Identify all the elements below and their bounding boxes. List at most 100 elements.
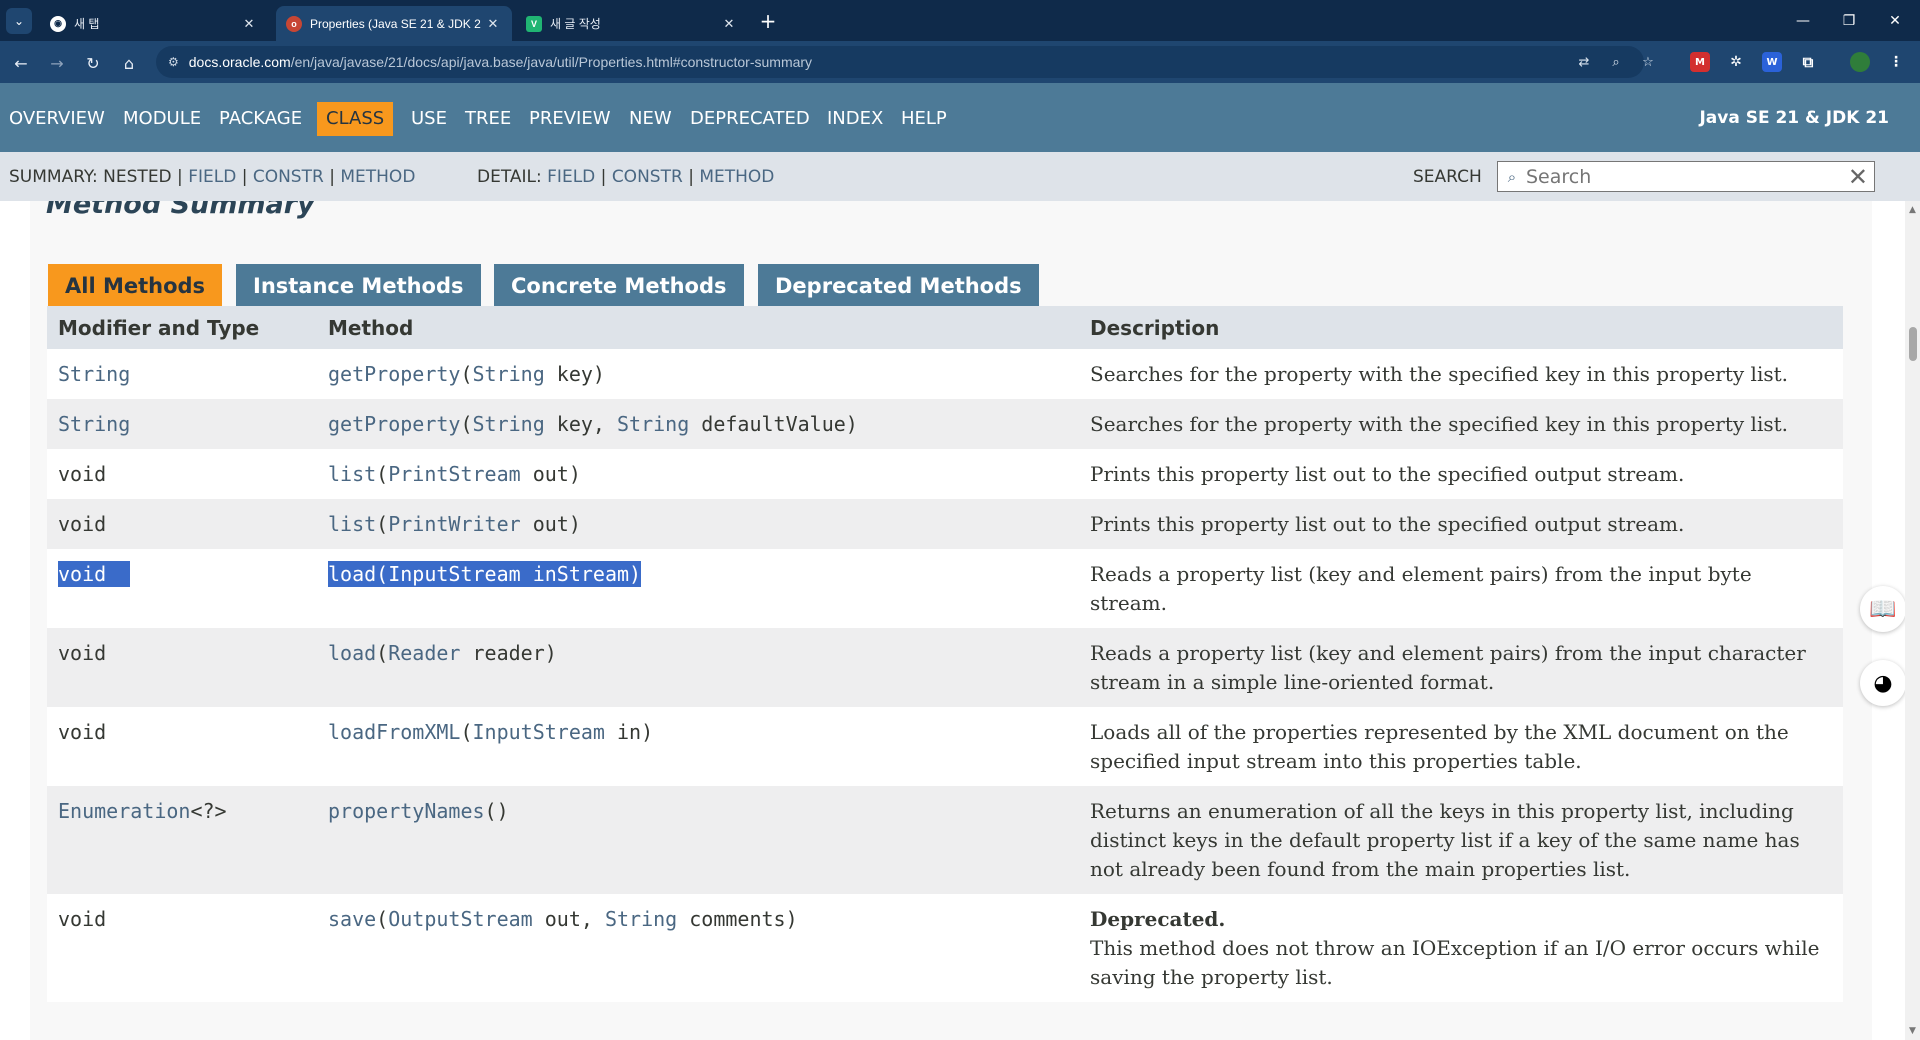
- scroll-down-icon[interactable]: ▼: [1907, 1025, 1918, 1036]
- type-link[interactable]: Enumeration: [58, 799, 190, 823]
- table-row: Enumeration<?> propertyNames() Returns an …: [47, 786, 1843, 894]
- description-cell: Loads all of the properties represented …: [1079, 707, 1843, 786]
- nav-overview[interactable]: OVERVIEW: [9, 106, 105, 132]
- tab-concrete-methods[interactable]: Concrete Methods: [494, 264, 744, 307]
- tab-instance-methods[interactable]: Instance Methods: [236, 264, 481, 307]
- page-scrollbar[interactable]: ▲ ▼: [1905, 201, 1920, 1040]
- param-type-link[interactable]: String: [473, 412, 545, 436]
- search-input[interactable]: [1526, 165, 1846, 188]
- description-cell: Prints this property list out to the spe…: [1079, 449, 1843, 499]
- nav-package[interactable]: PACKAGE: [219, 106, 302, 132]
- tab-all-methods[interactable]: All Methods: [48, 264, 223, 307]
- separator: |: [688, 167, 694, 187]
- close-icon[interactable]: ✕: [720, 15, 738, 33]
- nav-class[interactable]: CLASS: [317, 102, 394, 136]
- type-link[interactable]: String: [58, 362, 130, 386]
- tab-new-post[interactable]: V 새 글 작성 ✕: [516, 6, 748, 41]
- tab-deprecated-methods[interactable]: Deprecated Methods: [758, 264, 1039, 307]
- param-type-link[interactable]: InputStream: [473, 720, 605, 744]
- param-type-link[interactable]: PrintStream: [388, 462, 520, 486]
- method-description: Prints this property list out to the spe…: [1090, 462, 1685, 486]
- minimize-icon[interactable]: —: [1780, 0, 1826, 41]
- method-link[interactable]: propertyNames: [328, 799, 485, 823]
- detail-constr-link[interactable]: CONSTR: [612, 167, 683, 187]
- back-icon[interactable]: ←: [8, 50, 34, 76]
- param-name: key,: [544, 412, 617, 436]
- restore-icon[interactable]: ❐: [1826, 0, 1872, 41]
- paren: (: [376, 462, 389, 486]
- extension-icon[interactable]: ✲: [1726, 52, 1746, 72]
- url-bar[interactable]: ⚙ docs.oracle.com/en/java/javase/21/docs…: [156, 46, 1654, 78]
- summary-method-link[interactable]: METHOD: [340, 167, 415, 187]
- url-text[interactable]: docs.oracle.com/en/java/javase/21/docs/a…: [189, 54, 812, 70]
- method-link[interactable]: loadFromXML: [328, 720, 460, 744]
- forward-icon[interactable]: →: [44, 50, 70, 76]
- paren: (: [460, 362, 473, 386]
- bookmark-star-icon[interactable]: ☆: [1638, 52, 1658, 72]
- close-icon[interactable]: ✕: [484, 15, 502, 33]
- profile-avatar[interactable]: [1850, 52, 1870, 72]
- home-icon[interactable]: ⌂: [116, 50, 142, 76]
- summary-field-link[interactable]: FIELD: [188, 167, 236, 187]
- site-info-icon[interactable]: ⚙: [168, 55, 179, 69]
- tab-search-button[interactable]: ⌄: [6, 8, 32, 34]
- method-link[interactable]: load: [328, 641, 376, 665]
- type-name: void: [58, 641, 107, 665]
- param-type-link[interactable]: Reader: [388, 641, 460, 665]
- scroll-up-icon[interactable]: ▲: [1907, 204, 1918, 215]
- nav-new[interactable]: NEW: [629, 106, 672, 132]
- extension-icon[interactable]: W: [1762, 52, 1782, 72]
- method-description: This method does not throw an IOExceptio…: [1090, 936, 1820, 989]
- method-link[interactable]: save: [328, 907, 376, 931]
- return-type: void: [58, 907, 106, 931]
- nav-module[interactable]: MODULE: [123, 106, 201, 132]
- new-tab-button[interactable]: +: [756, 9, 780, 33]
- paren: ): [629, 562, 642, 586]
- close-icon[interactable]: ✕: [240, 15, 258, 33]
- tab-new-tab[interactable]: ◉ 새 탭 ✕: [40, 6, 268, 41]
- nav-index[interactable]: INDEX: [827, 106, 883, 132]
- return-type: void: [58, 512, 106, 536]
- detail-field-link[interactable]: FIELD: [547, 167, 595, 187]
- paren: ): [496, 799, 509, 823]
- translate-icon[interactable]: ⇄: [1574, 52, 1594, 72]
- nav-help[interactable]: HELP: [901, 106, 947, 132]
- param-type-link[interactable]: PrintWriter: [388, 512, 520, 536]
- nav-deprecated[interactable]: DEPRECATED: [690, 106, 810, 132]
- modifier-type-cell: String: [47, 399, 317, 449]
- nav-tree[interactable]: TREE: [465, 106, 511, 132]
- param-name: in: [604, 720, 642, 744]
- assistant-icon[interactable]: ◕: [1860, 660, 1906, 706]
- method-link[interactable]: getProperty: [328, 412, 460, 436]
- method-link[interactable]: load: [328, 562, 376, 586]
- extension-icon[interactable]: M: [1690, 52, 1710, 72]
- clear-search-icon[interactable]: ✕: [1848, 163, 1868, 191]
- reader-mode-icon[interactable]: 📖: [1860, 586, 1906, 632]
- tab-properties[interactable]: o Properties (Java SE 21 & JDK 2 ✕: [276, 6, 512, 41]
- type-name: void: [58, 720, 107, 744]
- tab-title: Properties (Java SE 21 & JDK 2: [310, 16, 481, 31]
- reload-icon[interactable]: ↻: [80, 50, 106, 76]
- summary-constr-link[interactable]: CONSTR: [253, 167, 324, 187]
- type-link[interactable]: String: [58, 412, 130, 436]
- nav-preview[interactable]: PREVIEW: [529, 106, 611, 132]
- method-signature: getProperty(String key): [328, 362, 605, 386]
- nav-use[interactable]: USE: [411, 106, 447, 132]
- method-link[interactable]: getProperty: [328, 362, 460, 386]
- description-cell: Returns an enumeration of all the keys i…: [1079, 786, 1843, 894]
- method-link[interactable]: list: [328, 462, 376, 486]
- param-type-link[interactable]: OutputStream: [388, 907, 533, 931]
- method-description: Loads all of the properties represented …: [1090, 720, 1789, 773]
- param-type-link[interactable]: InputStream: [388, 562, 520, 586]
- search-field[interactable]: ⌕ ✕: [1497, 161, 1875, 192]
- puzzle-icon[interactable]: ⧉: [1798, 52, 1818, 72]
- more-menu-icon[interactable]: ⋮: [1886, 52, 1906, 72]
- param-type-link[interactable]: String: [617, 412, 689, 436]
- zoom-icon[interactable]: ⌕: [1606, 52, 1626, 72]
- detail-method-link[interactable]: METHOD: [699, 167, 774, 187]
- scroll-thumb[interactable]: [1909, 327, 1917, 361]
- window-close-icon[interactable]: ✕: [1872, 0, 1918, 41]
- param-type-link[interactable]: String: [605, 907, 677, 931]
- param-type-link[interactable]: String: [473, 362, 545, 386]
- method-link[interactable]: list: [328, 512, 376, 536]
